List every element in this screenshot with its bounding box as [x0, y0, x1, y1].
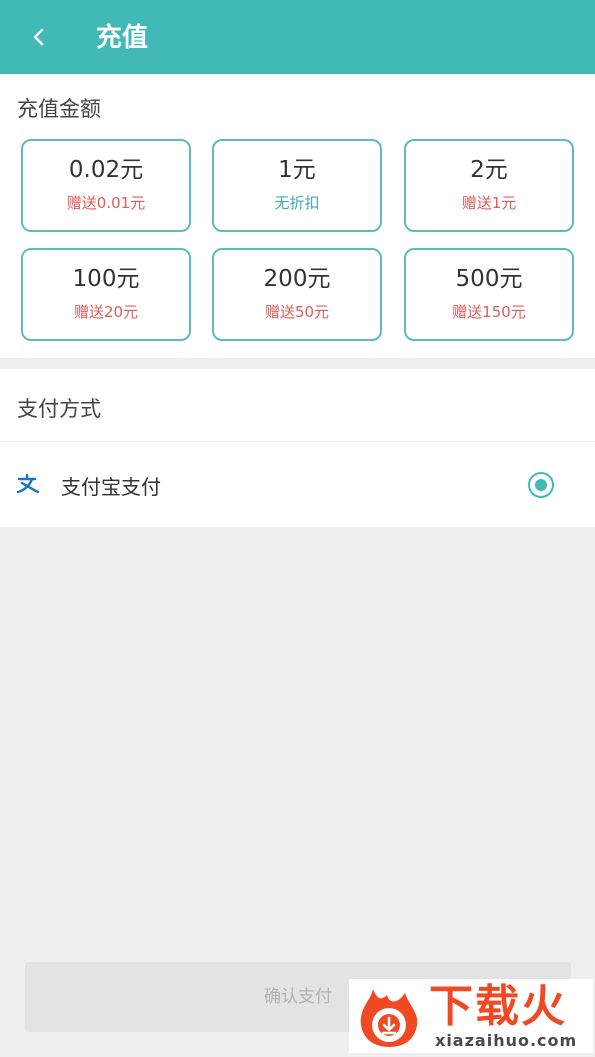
- amount-option-6[interactable]: 500元 赠送150元: [404, 248, 574, 341]
- back-button[interactable]: [20, 18, 58, 56]
- amount-bonus: 赠送0.01元: [66, 194, 146, 212]
- amount-value: 1元: [278, 157, 316, 183]
- alipay-icon: [16, 474, 40, 494]
- watermark-logo-icon: [360, 989, 418, 1047]
- header-bar: 充值: [0, 0, 595, 74]
- amount-option-5[interactable]: 200元 赠送50元: [212, 248, 382, 341]
- amount-bonus: 赠送1元: [461, 194, 517, 212]
- watermark: 下载火 xiazaihuo.com: [349, 979, 593, 1053]
- amount-bonus: 赠送150元: [452, 303, 526, 321]
- page-title: 充值: [96, 23, 149, 53]
- amount-option-4[interactable]: 100元 赠送20元: [21, 248, 191, 341]
- amount-option-2[interactable]: 1元 无折扣: [212, 139, 382, 232]
- payment-radio[interactable]: [528, 472, 554, 498]
- amount-value: 100元: [72, 266, 140, 292]
- amount-value: 200元: [263, 266, 331, 292]
- chevron-left-icon: [33, 28, 44, 46]
- watermark-text: 下载火: [429, 981, 567, 1032]
- amount-option-3[interactable]: 2元 赠送1元: [404, 139, 574, 232]
- amount-value: 0.02元: [68, 157, 144, 183]
- amount-bonus: 赠送50元: [264, 303, 330, 321]
- amount-section: 充值金额 0.02元 赠送0.01元 1元 无折扣 2元 赠送1元 100元 赠…: [0, 74, 595, 358]
- amount-section-label: 充值金额: [17, 97, 101, 121]
- amount-value: 2元: [470, 157, 508, 183]
- amount-value: 500元: [455, 266, 523, 292]
- watermark-url: xiazaihuo.com: [435, 1031, 578, 1050]
- payment-method-alipay[interactable]: 支付宝支付: [0, 442, 595, 527]
- amount-bonus: 无折扣: [274, 194, 320, 212]
- payment-method-label: 支付宝支付: [61, 475, 161, 499]
- amount-option-1[interactable]: 0.02元 赠送0.01元: [21, 139, 191, 232]
- radio-selected-dot: [535, 479, 547, 491]
- payment-section: 支付方式 支付宝支付: [0, 369, 595, 527]
- amount-bonus: 赠送20元: [73, 303, 139, 321]
- payment-section-label: 支付方式: [17, 397, 101, 421]
